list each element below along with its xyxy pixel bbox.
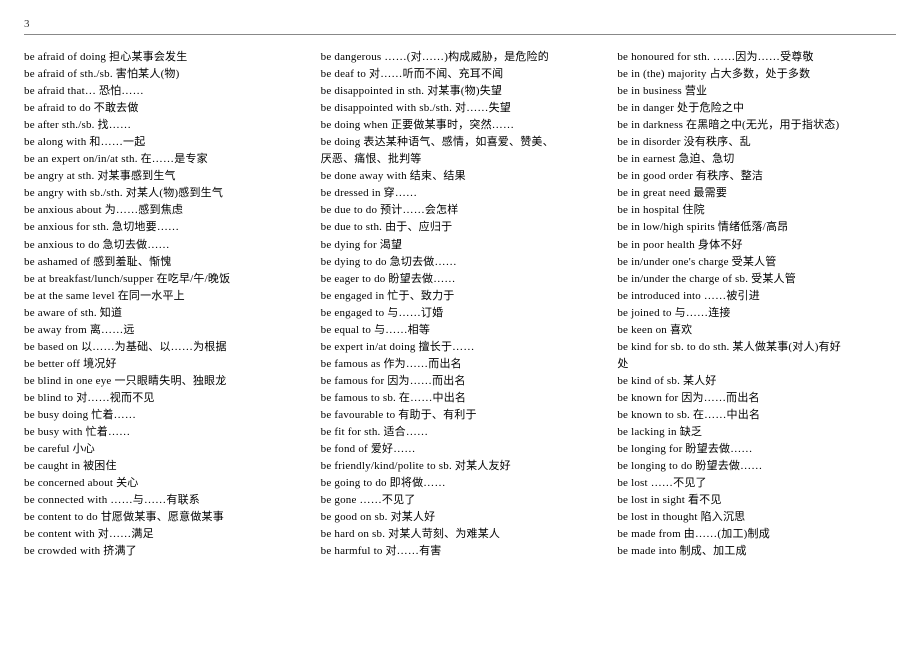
vocab-entry: be in (the) majority 占大多数，处于多数 [617, 66, 896, 83]
vocab-entry: be in danger 处于危险之中 [617, 100, 896, 117]
vocab-entry: be in/under one's charge 受某人管 [617, 254, 896, 271]
vocab-entry: be away from 离……远 [24, 322, 303, 339]
vocab-entry: be due to do 预计……会怎样 [321, 202, 600, 219]
vocab-entry: be expert in/at doing 擅长于…… [321, 339, 600, 356]
vocab-entry: be gone ……不见了 [321, 492, 600, 509]
vocab-entry: be disappointed with sb./sth. 对……失望 [321, 100, 600, 117]
vocab-entry: be made from 由……(加工)制成 [617, 526, 896, 543]
vocab-entry: be doing 表达某种语气、感情，如喜爱、赞美、 [321, 134, 600, 151]
vocab-entry: be ashamed of 感到羞耻、惭愧 [24, 254, 303, 271]
vocab-entry: be engaged to 与……订婚 [321, 305, 600, 322]
vocab-entry: be content with 对……满足 [24, 526, 303, 543]
vocab-entry: be introduced into ……被引进 [617, 288, 896, 305]
vocab-entry: be disappointed in sth. 对某事(物)失望 [321, 83, 600, 100]
vocab-entry: 处 [617, 356, 896, 373]
vocab-entry: be in good order 有秩序、整洁 [617, 168, 896, 185]
vocab-entry: be anxious to do 急切去做…… [24, 237, 303, 254]
vocab-entry: be dressed in 穿…… [321, 185, 600, 202]
vocab-entry: be equal to 与……相等 [321, 322, 600, 339]
vocab-entry: be in/under the charge of sb. 受某人管 [617, 271, 896, 288]
vocab-entry: be afraid of sth./sb. 害怕某人(物) [24, 66, 303, 83]
vocab-entry: be kind for sb. to do sth. 某人做某事(对人)有好 [617, 339, 896, 356]
vocab-entry: be in disorder 没有秩序、乱 [617, 134, 896, 151]
vocab-entry: be made into 制成、加工成 [617, 543, 896, 560]
vocab-entry: be joined to 与……连接 [617, 305, 896, 322]
vocab-entry: be honoured for sth. ……因为……受尊敬 [617, 49, 896, 66]
vocab-entry: be caught in 被困住 [24, 458, 303, 475]
vocab-entry: 厌恶、痛恨、批判等 [321, 151, 600, 168]
vocab-entry: be afraid to do 不敢去做 [24, 100, 303, 117]
vocab-entry: be famous for 因为……而出名 [321, 373, 600, 390]
vocab-entry: be doing when 正要做某事时，突然…… [321, 117, 600, 134]
vocab-entry: be longing to do 盼望去做…… [617, 458, 896, 475]
vocab-entry: be in earnest 急迫、急切 [617, 151, 896, 168]
vocab-entry: be in hospital 住院 [617, 202, 896, 219]
vocab-entry: be known to sb. 在……中出名 [617, 407, 896, 424]
vocab-entry: be friendly/kind/polite to sb. 对某人友好 [321, 458, 600, 475]
vocab-entry: be fond of 爱好…… [321, 441, 600, 458]
vocab-entry: be angry at sth. 对某事感到生气 [24, 168, 303, 185]
vocab-entry: be afraid that… 恐怕…… [24, 83, 303, 100]
vocab-entry: be better off 境况好 [24, 356, 303, 373]
vocab-entry: be careful 小心 [24, 441, 303, 458]
vocab-entry: be famous as 作为……而出名 [321, 356, 600, 373]
vocab-entry: be an expert on/in/at sth. 在……是专家 [24, 151, 303, 168]
vocab-entry: be angry with sb./sth. 对某人(物)感到生气 [24, 185, 303, 202]
vocab-entry: be famous to sb. 在……中出名 [321, 390, 600, 407]
column-1: be afraid of doing 担心某事会发生be afraid of s… [24, 49, 303, 560]
vocab-entry: be afraid of doing 担心某事会发生 [24, 49, 303, 66]
vocab-entry: be hard on sb. 对某人苛刻、为难某人 [321, 526, 600, 543]
vocab-entry: be at breakfast/lunch/supper 在吃早/午/晚饭 [24, 271, 303, 288]
vocab-entry: be engaged in 忙于、致力于 [321, 288, 600, 305]
vocab-entry: be blind to 对……视而不见 [24, 390, 303, 407]
vocab-entry: be blind in one eye 一只眼睛失明、独眼龙 [24, 373, 303, 390]
vocab-entry: be lost ……不见了 [617, 475, 896, 492]
vocab-entry: be in darkness 在黑暗之中(无光，用于指状态) [617, 117, 896, 134]
content-columns: be afraid of doing 担心某事会发生be afraid of s… [24, 49, 896, 560]
vocab-entry: be lost in thought 陷入沉思 [617, 509, 896, 526]
vocab-entry: be busy doing 忙着…… [24, 407, 303, 424]
vocab-entry: be dying to do 急切去做…… [321, 254, 600, 271]
vocab-entry: be based on 以……为基础、以……为根据 [24, 339, 303, 356]
vocab-entry: be concerned about 关心 [24, 475, 303, 492]
vocab-entry: be harmful to 对……有害 [321, 543, 600, 560]
vocab-entry: be lacking in 缺乏 [617, 424, 896, 441]
vocab-entry: be in low/high spirits 情绪低落/高昂 [617, 219, 896, 236]
vocab-entry: be content to do 甘愿做某事、愿意做某事 [24, 509, 303, 526]
header-divider [24, 34, 896, 35]
column-3: be honoured for sth. ……因为……受尊敬be in (the… [617, 49, 896, 560]
vocab-entry: be crowded with 挤满了 [24, 543, 303, 560]
vocab-entry: be in poor health 身体不好 [617, 237, 896, 254]
vocab-entry: be keen on 喜欢 [617, 322, 896, 339]
vocab-entry: be dangerous ……(对……)构成威胁，是危险的 [321, 49, 600, 66]
vocab-entry: be kind of sb. 某人好 [617, 373, 896, 390]
vocab-entry: be eager to do 盼望去做…… [321, 271, 600, 288]
vocab-entry: be going to do 即将做…… [321, 475, 600, 492]
vocab-entry: be done away with 结束、结果 [321, 168, 600, 185]
vocab-entry: be dying for 渴望 [321, 237, 600, 254]
vocab-entry: be along with 和……一起 [24, 134, 303, 151]
vocab-entry: be after sth./sb. 找…… [24, 117, 303, 134]
vocab-entry: be anxious about 为……感到焦虑 [24, 202, 303, 219]
vocab-entry: be connected with ……与……有联系 [24, 492, 303, 509]
vocab-entry: be good on sb. 对某人好 [321, 509, 600, 526]
vocab-entry: be lost in sight 看不见 [617, 492, 896, 509]
vocab-entry: be favourable to 有助于、有利于 [321, 407, 600, 424]
vocab-entry: be aware of sth. 知道 [24, 305, 303, 322]
vocab-entry: be longing for 盼望去做…… [617, 441, 896, 458]
vocab-entry: be deaf to 对……听而不闻、充耳不闻 [321, 66, 600, 83]
column-2: be dangerous ……(对……)构成威胁，是危险的be deaf to … [321, 49, 600, 560]
vocab-entry: be known for 因为……而出名 [617, 390, 896, 407]
vocab-entry: be fit for sth. 适合…… [321, 424, 600, 441]
vocab-entry: be anxious for sth. 急切地要…… [24, 219, 303, 236]
page-number: 3 [24, 18, 896, 30]
vocab-entry: be in business 营业 [617, 83, 896, 100]
vocab-entry: be busy with 忙着…… [24, 424, 303, 441]
vocab-entry: be at the same level 在同一水平上 [24, 288, 303, 305]
vocab-entry: be in great need 最需要 [617, 185, 896, 202]
vocab-entry: be due to sth. 由于、应归于 [321, 219, 600, 236]
